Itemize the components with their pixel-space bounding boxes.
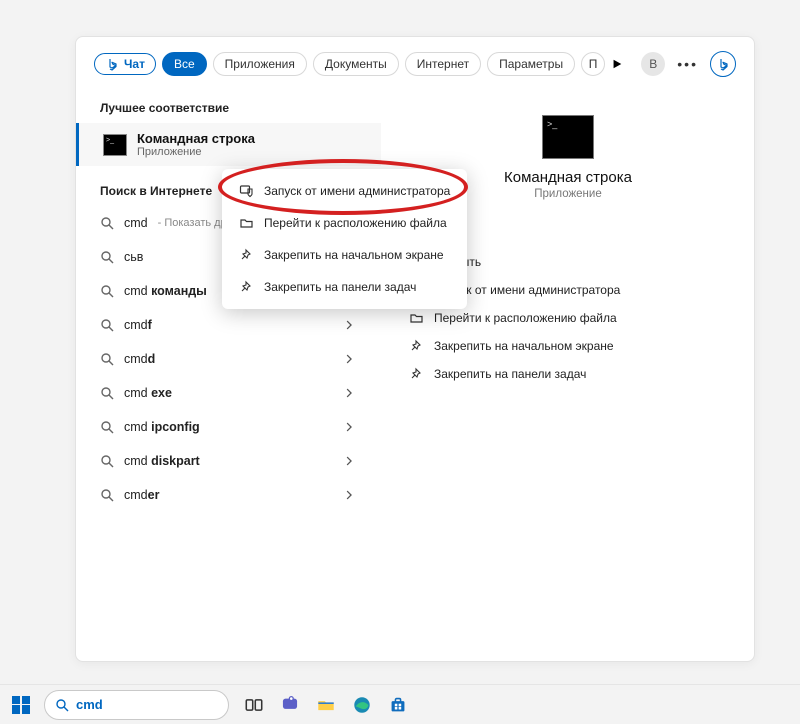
cmd-app-icon xyxy=(103,134,127,156)
search-results-window: Чат Все Приложения Документы Интернет Па… xyxy=(75,36,755,662)
web-suggestion[interactable]: cmd diskpart xyxy=(76,444,373,478)
user-avatar[interactable]: B xyxy=(641,52,665,76)
tab-internet[interactable]: Интернет xyxy=(405,52,481,76)
best-match-subtitle: Приложение xyxy=(137,146,255,158)
chevron-right-icon xyxy=(344,386,355,400)
mag-icon xyxy=(100,352,114,366)
preview-title: Командная строка xyxy=(504,169,632,186)
tab-apps[interactable]: Приложения xyxy=(213,52,307,76)
folder-icon xyxy=(409,311,423,325)
bing-icon xyxy=(716,57,730,71)
web-suggestion-text: cmd команды xyxy=(124,284,207,298)
preview-action[interactable]: Закрепить на панели задач xyxy=(404,360,732,388)
mag-icon xyxy=(100,284,114,298)
context-menu-item-label: Перейти к расположению файла xyxy=(264,216,447,230)
mag-icon xyxy=(100,250,114,264)
preview-app-icon xyxy=(542,115,594,159)
context-menu-item-label: Закрепить на панели задач xyxy=(264,280,416,294)
web-suggestion[interactable]: cmder xyxy=(76,478,373,512)
search-icon xyxy=(55,698,69,712)
context-menu-item[interactable]: Перейти к расположению файла xyxy=(222,207,467,239)
best-match-title: Командная строка xyxy=(137,131,255,146)
best-match-heading: Лучшее соответствие xyxy=(76,91,381,123)
taskbar-task-view[interactable] xyxy=(243,694,265,716)
tabs-scroll-right[interactable] xyxy=(611,58,623,70)
taskbar-search-box[interactable]: cmd xyxy=(44,690,229,720)
taskbar-file-explorer[interactable] xyxy=(315,694,337,716)
pin-task-icon xyxy=(409,367,423,381)
preview-action-label: Закрепить на начальном экране xyxy=(434,339,614,353)
web-suggestion-text: cmder xyxy=(124,488,159,502)
start-button[interactable] xyxy=(6,690,36,720)
pin-start-icon xyxy=(239,248,253,262)
bing-chat-icon xyxy=(105,57,119,71)
windows-logo-icon xyxy=(12,696,30,714)
pin-start-icon xyxy=(409,339,423,353)
web-suggestion[interactable]: cmdf xyxy=(76,308,373,342)
preview-action[interactable]: Закрепить на начальном экране xyxy=(404,332,732,360)
taskbar-edge[interactable] xyxy=(351,694,373,716)
web-suggestion[interactable]: cmd exe xyxy=(76,376,373,410)
taskbar-search-value: cmd xyxy=(76,697,103,712)
shield-icon xyxy=(239,184,253,198)
context-menu-item-label: Закрепить на начальном экране xyxy=(264,248,444,262)
tab-more-truncated[interactable]: П xyxy=(581,52,605,76)
tab-all[interactable]: Все xyxy=(162,52,207,76)
context-menu-item-label: Запуск от имени администратора xyxy=(264,184,450,198)
preview-action-label: Перейти к расположению файла xyxy=(434,311,617,325)
web-suggestion-text: cmd exe xyxy=(124,386,172,400)
chevron-right-icon xyxy=(344,420,355,434)
overflow-menu-button[interactable]: ••• xyxy=(671,56,704,72)
taskbar-pinned-apps xyxy=(243,694,409,716)
tab-chat[interactable]: Чат xyxy=(94,53,156,75)
chevron-right-icon xyxy=(344,488,355,502)
mag-icon xyxy=(100,216,114,230)
chevron-right-icon xyxy=(344,454,355,468)
mag-icon xyxy=(100,420,114,434)
chevron-right-icon xyxy=(344,318,355,332)
folder-icon xyxy=(239,216,253,230)
preview-action-label: Закрепить на панели задач xyxy=(434,367,586,381)
taskbar-store[interactable] xyxy=(387,694,409,716)
tab-chat-label: Чат xyxy=(124,57,145,71)
context-menu-item[interactable]: Закрепить на начальном экране xyxy=(222,239,467,271)
web-suggestion-text: cmd xyxy=(124,216,148,230)
preview-subtitle: Приложение xyxy=(534,188,601,200)
web-suggestion-text: cmd diskpart xyxy=(124,454,200,468)
play-icon xyxy=(611,58,623,70)
chevron-right-icon xyxy=(344,352,355,366)
web-suggestion-text: cmdf xyxy=(124,318,152,332)
filter-tabs-bar: Чат Все Приложения Документы Интернет Па… xyxy=(76,37,754,87)
taskbar: cmd xyxy=(0,684,800,724)
web-suggestion-text: cmd ipconfig xyxy=(124,420,200,434)
mag-icon xyxy=(100,318,114,332)
open-bing-button[interactable] xyxy=(710,51,736,77)
pin-task-icon xyxy=(239,280,253,294)
web-suggestion-text: сьв xyxy=(124,250,143,264)
mag-icon xyxy=(100,386,114,400)
web-suggestion[interactable]: cmd ipconfig xyxy=(76,410,373,444)
best-match-item[interactable]: Командная строка Приложение xyxy=(76,123,381,166)
web-suggestion[interactable]: cmdd xyxy=(76,342,373,376)
context-menu: Запуск от имени администратора Перейти к … xyxy=(222,169,467,309)
tab-settings[interactable]: Параметры xyxy=(487,52,575,76)
taskbar-chat[interactable] xyxy=(279,694,301,716)
mag-icon xyxy=(100,488,114,502)
context-menu-item[interactable]: Закрепить на панели задач xyxy=(222,271,467,303)
tab-documents[interactable]: Документы xyxy=(313,52,399,76)
context-menu-item[interactable]: Запуск от имени администратора xyxy=(222,175,467,207)
web-suggestion-text: cmdd xyxy=(124,352,155,366)
mag-icon xyxy=(100,454,114,468)
